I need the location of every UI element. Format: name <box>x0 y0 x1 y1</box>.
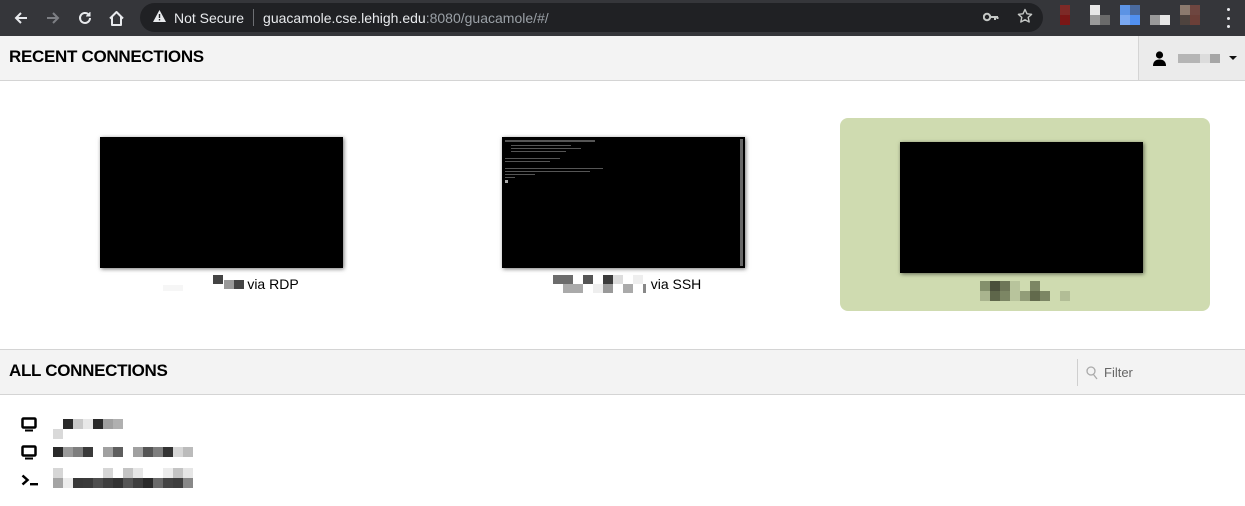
browser-toolbar: Not Secure guacamole.cse.lehigh.edu:8080… <box>0 0 1245 36</box>
filter-box[interactable] <box>1077 359 1245 386</box>
connection-name-redacted-part <box>224 279 245 289</box>
connection-label: via RDP <box>40 275 410 293</box>
key-icon[interactable] <box>982 9 999 26</box>
connection-thumbnail <box>100 137 343 268</box>
list-item[interactable] <box>20 440 193 464</box>
recent-connections-header: RECENT CONNECTIONS <box>0 36 1245 81</box>
arrow-right-icon <box>47 12 60 24</box>
connection-name-redacted <box>552 275 648 293</box>
recent-connection-tile[interactable]: via RDP <box>40 118 410 311</box>
connection-name-redacted <box>53 447 193 457</box>
address-bar[interactable]: Not Secure guacamole.cse.lehigh.edu:8080… <box>140 3 1043 32</box>
user-name-redacted <box>1178 53 1220 63</box>
connection-name-redacted <box>53 419 123 439</box>
all-connections-title: ALL CONNECTIONS <box>9 361 168 380</box>
omnibox-divider <box>253 9 255 26</box>
filter-input[interactable] <box>1104 365 1234 380</box>
warning-icon[interactable] <box>153 10 166 25</box>
recent-connection-tile[interactable]: via SSH <box>442 118 812 311</box>
forward-button[interactable] <box>38 3 68 33</box>
monitor-icon <box>20 415 38 433</box>
extension-icon-5[interactable] <box>1180 5 1200 25</box>
connection-name-redacted <box>151 275 224 293</box>
reload-button[interactable] <box>70 3 100 33</box>
search-icon <box>1086 365 1098 379</box>
all-connections-header: ALL CONNECTIONS <box>0 349 1245 395</box>
extension-icon-3[interactable] <box>1120 5 1140 25</box>
extension-icon-4[interactable] <box>1150 5 1170 25</box>
connection-thumbnail-terminal <box>502 137 745 268</box>
list-item[interactable] <box>20 412 123 439</box>
terminal-icon <box>20 471 38 489</box>
security-status[interactable]: Not Secure <box>174 10 244 26</box>
protocol-label: via SSH <box>650 276 702 292</box>
extension-icon-1[interactable] <box>1060 5 1070 25</box>
star-icon[interactable] <box>1017 8 1033 28</box>
chevron-down-icon <box>1229 56 1237 60</box>
user-menu[interactable] <box>1138 36 1245 80</box>
connection-thumbnail <box>900 142 1143 273</box>
recent-connection-tile-active[interactable] <box>840 118 1210 311</box>
recent-connections: via RDP via SSH <box>0 81 1245 349</box>
connection-label: via SSH <box>442 275 812 293</box>
protocol-label: via RDP <box>247 276 299 292</box>
page-title: RECENT CONNECTIONS <box>9 47 204 66</box>
extension-icon-2[interactable] <box>1090 5 1110 25</box>
url-path: :8080/guacamole/#/ <box>425 9 549 26</box>
connection-name-redacted <box>980 281 1070 301</box>
url-host: guacamole.cse.lehigh.edu <box>263 9 426 26</box>
home-icon <box>108 10 124 26</box>
kebab-menu-icon[interactable] <box>1227 8 1231 28</box>
home-button[interactable] <box>101 3 131 33</box>
monitor-icon <box>20 443 38 461</box>
reload-icon <box>79 11 91 24</box>
back-button[interactable] <box>6 3 36 33</box>
connection-label <box>840 281 1210 301</box>
user-icon <box>1153 50 1166 66</box>
list-item[interactable] <box>20 468 193 492</box>
connection-name-redacted <box>53 468 193 488</box>
arrow-left-icon <box>14 12 27 24</box>
